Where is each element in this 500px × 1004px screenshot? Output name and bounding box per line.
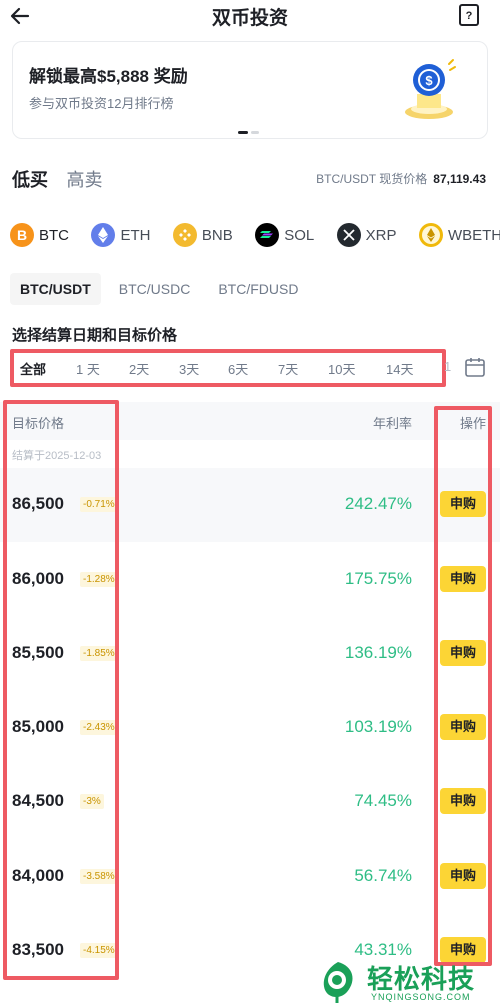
target-price: 86,000 bbox=[12, 569, 64, 588]
target-price: 84,000 bbox=[12, 866, 64, 885]
table-header: 目标价格 年利率 操作 bbox=[0, 402, 500, 440]
pair-tab-btc-usdc[interactable]: BTC/USDC bbox=[109, 273, 201, 305]
target-price: 83,500 bbox=[12, 940, 64, 959]
coin-label: BTC bbox=[39, 226, 69, 244]
apr-value: 242.47% bbox=[344, 494, 412, 513]
banner-subtitle: 参与双币投资12月排行榜 bbox=[29, 96, 174, 111]
target-price: 86,500 bbox=[12, 494, 64, 513]
price-change-badge: -2.43% bbox=[80, 720, 118, 735]
date-chip-all[interactable]: 全部 bbox=[20, 359, 46, 378]
table-row[interactable]: 84,500 -3% 74.45% 申购 bbox=[0, 765, 500, 839]
svg-text:B: B bbox=[17, 227, 27, 243]
price-change-badge: -4.15% bbox=[80, 943, 118, 958]
apr-value: 74.45% bbox=[354, 791, 412, 810]
coin-btc[interactable]: B BTC bbox=[10, 223, 69, 249]
banner-title: 解锁最高$5,888 奖励 bbox=[29, 67, 188, 86]
watermark-text: 轻松科技 bbox=[367, 964, 476, 994]
pair-tabs: BTC/USDT BTC/USDC BTC/FDUSD bbox=[10, 273, 316, 305]
svg-text:?: ? bbox=[466, 10, 473, 22]
settlement-date: 结算于2025-12-03 bbox=[12, 450, 102, 462]
subscribe-button[interactable]: 申购 bbox=[440, 491, 486, 517]
spot-price-value: 87,119.43 bbox=[433, 172, 486, 186]
date-filter-bar: 全部 1 天 2天 3天 6天 7天 10天 14天 bbox=[10, 349, 446, 387]
header: 双币投资 ? bbox=[0, 0, 500, 34]
subscribe-button[interactable]: 申购 bbox=[440, 863, 486, 889]
apr-value: 175.75% bbox=[344, 569, 412, 588]
table-row[interactable]: 84,000 -3.58% 56.74% 申购 bbox=[0, 840, 500, 914]
banner-pagination bbox=[238, 131, 259, 149]
price-change-badge: -1.28% bbox=[80, 572, 118, 587]
mode-tabs: 低买 高卖 bbox=[12, 166, 116, 192]
watermark-subtext: YNQINGSONG.COM bbox=[371, 992, 471, 1002]
sol-icon bbox=[255, 223, 280, 247]
coin-label: XRP bbox=[365, 226, 397, 244]
price-change-badge: -0.71% bbox=[80, 497, 118, 512]
coin-wbeth[interactable]: WBETH bbox=[418, 223, 500, 249]
table-row[interactable]: 85,000 -2.43% 103.19% 申购 bbox=[0, 691, 500, 765]
coin-label: SOL bbox=[284, 226, 315, 244]
page: 双币投资 ? 解锁最高$5,888 奖励 参与双币投资12月排行榜 $ 低买 高… bbox=[0, 0, 500, 1004]
target-price: 85,000 bbox=[12, 717, 64, 736]
apr-value: 103.19% bbox=[344, 717, 412, 736]
apr-value: 43.31% bbox=[354, 940, 412, 959]
coin-label: BNB bbox=[201, 226, 233, 244]
pair-tab-btc-usdt[interactable]: BTC/USDT bbox=[10, 273, 101, 305]
subscribe-button[interactable]: 申购 bbox=[440, 566, 486, 592]
coin-label: WBETH bbox=[447, 226, 500, 244]
table-row[interactable]: 86,000 -1.28% 175.75% 申购 bbox=[0, 543, 500, 617]
target-price: 85,500 bbox=[12, 643, 64, 662]
wbeth-icon bbox=[418, 223, 443, 247]
coin-sol[interactable]: SOL bbox=[255, 223, 314, 249]
btc-icon: B bbox=[10, 223, 34, 247]
subscribe-button[interactable]: 申购 bbox=[440, 640, 486, 666]
coin-label: ETH bbox=[120, 226, 151, 244]
apr-value: 56.74% bbox=[354, 866, 412, 885]
svg-text:$: $ bbox=[425, 73, 433, 88]
banner-dot-active bbox=[238, 131, 248, 134]
date-chip-more[interactable]: 1 bbox=[444, 359, 451, 374]
watermark: 轻松科技 YNQINGSONG.COM bbox=[315, 958, 500, 1004]
subscribe-button[interactable]: 申购 bbox=[440, 714, 486, 740]
price-change-badge: -3.58% bbox=[80, 869, 118, 884]
promo-banner[interactable]: 解锁最高$5,888 奖励 参与双币投资12月排行榜 $ bbox=[12, 41, 488, 139]
leaf-logo-icon bbox=[323, 962, 353, 1003]
tab-sell-high[interactable]: 高卖 bbox=[66, 166, 102, 192]
coin-bnb[interactable]: BNB bbox=[172, 223, 233, 249]
apr-value: 136.19% bbox=[344, 643, 412, 662]
coin-podium-icon: $ bbox=[405, 59, 456, 119]
pair-tab-btc-fdusd[interactable]: BTC/FDUSD bbox=[208, 273, 308, 305]
subscribe-button[interactable]: 申购 bbox=[440, 788, 486, 814]
header-target-price: 目标价格 bbox=[12, 416, 65, 431]
tab-buy-low[interactable]: 低买 bbox=[12, 166, 48, 192]
guide-book-icon[interactable]: ? bbox=[458, 3, 480, 27]
calendar-icon[interactable] bbox=[464, 356, 486, 378]
bnb-icon bbox=[172, 223, 197, 247]
header-apr: 年利率 bbox=[372, 416, 412, 431]
header-action: 操作 bbox=[459, 416, 486, 431]
price-change-badge: -3% bbox=[80, 794, 104, 809]
coin-selector: B BTC ETH BNB SOL XRP WBETH bbox=[10, 223, 500, 249]
section-title: 选择结算日期和目标价格 bbox=[12, 327, 178, 344]
target-price: 84,500 bbox=[12, 791, 64, 810]
date-chip-10d[interactable]: 10天 bbox=[328, 359, 355, 378]
spot-price: BTC/USDT 现货价格 87,119.43 bbox=[316, 170, 486, 187]
date-chip-7d[interactable]: 7天 bbox=[278, 359, 298, 378]
date-chip-6d[interactable]: 6天 bbox=[228, 359, 248, 378]
date-chip-14d[interactable]: 14天 bbox=[386, 359, 413, 378]
date-chip-3d[interactable]: 3天 bbox=[179, 359, 199, 378]
date-chip-1d[interactable]: 1 天 bbox=[76, 359, 100, 378]
date-chip-2d[interactable]: 2天 bbox=[129, 359, 149, 378]
coin-xrp[interactable]: XRP bbox=[336, 223, 397, 249]
table-row[interactable]: 86,500 -0.71% 242.47% 申购 bbox=[0, 468, 500, 542]
page-title: 双币投资 bbox=[211, 8, 288, 29]
eth-icon bbox=[91, 223, 116, 247]
coin-eth[interactable]: ETH bbox=[91, 223, 150, 249]
xrp-icon bbox=[336, 223, 361, 247]
spot-price-label: BTC/USDT 现货价格 bbox=[316, 172, 428, 186]
table-row[interactable]: 85,500 -1.85% 136.19% 申购 bbox=[0, 617, 500, 691]
banner-dot bbox=[251, 131, 259, 134]
price-change-badge: -1.85% bbox=[80, 646, 118, 661]
